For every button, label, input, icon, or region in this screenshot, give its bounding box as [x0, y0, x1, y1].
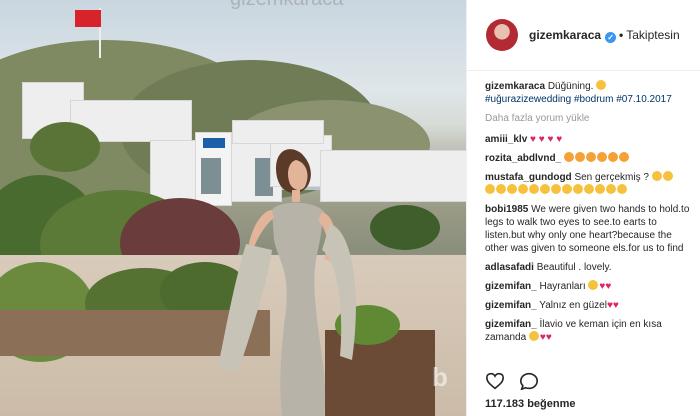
header-username[interactable]: gizemkaraca — [529, 28, 601, 42]
verified-badge-icon: ✓ — [605, 32, 617, 43]
caption-username[interactable]: gizemkaraca — [485, 81, 545, 92]
comment-row: gizemifan_ İlavio ve keman için en kısa … — [485, 318, 695, 344]
post-actions — [485, 372, 539, 395]
face-emoji-icon — [588, 280, 599, 290]
comments-list: gizemkaraca Düğüning. #uğurazizewedding … — [485, 80, 695, 350]
follow-status[interactable]: Takiptesin — [626, 28, 679, 42]
instagram-post: gizemkaraca b gizemkaraca ✓•Takiptesin gi… — [0, 0, 700, 416]
post-header: gizemkaraca ✓ • Takiptesin — [467, 0, 700, 71]
avatar[interactable] — [486, 19, 518, 51]
thumbs-up-icon — [651, 171, 674, 183]
comment-username[interactable]: amiii_klv — [485, 134, 527, 145]
hashtags[interactable]: #uğurazizewedding #bodrum #07.10.2017 — [485, 94, 672, 105]
red-heart-icon: ♥♥ — [606, 300, 619, 311]
comment-text: Beautiful . lovely. — [536, 262, 612, 273]
comment-row: amiii_klv ♥ ♥ ♥ ♥ — [485, 133, 695, 146]
red-heart-icon: ♥♥ — [539, 332, 552, 343]
comment-username[interactable]: rozita_abdlvnd_ — [485, 153, 561, 164]
comment-username[interactable]: mustafa_gundogd — [485, 172, 572, 183]
like-heart-icon[interactable] — [485, 372, 505, 390]
comment-row: rozita_abdlvnd_ — [485, 152, 695, 165]
comment-username[interactable]: adlasafadi — [485, 262, 534, 273]
likes-count[interactable]: 117.183 beğenme — [485, 398, 576, 410]
separator-dot: • — [619, 28, 624, 42]
comment-row: gizemifan_ Yalnız en güzel♥♥ — [485, 299, 695, 312]
post-sidebar: gizemkaraca ✓ • Takiptesin gizemkaraca Düğü… — [466, 0, 700, 416]
comment-row: mustafa_gundogd Sen gerçekmiş ? — [485, 171, 695, 197]
face-emoji-icon — [528, 331, 539, 341]
red-heart-icon: ♥ ♥ ♥ ♥ — [530, 134, 563, 145]
caption: gizemkaraca Düğüning. #uğurazizewedding … — [485, 80, 695, 106]
caption-text: Düğüning. — [547, 81, 594, 92]
comment-text: Hayranları — [539, 281, 586, 292]
woman-figure — [218, 149, 356, 416]
comment-username[interactable]: bobi1985 — [485, 204, 528, 215]
thumbs-up-icon — [485, 184, 628, 196]
heart-eyes-icon — [563, 152, 630, 164]
comment-username[interactable]: gizemifan_ — [485, 300, 537, 311]
red-heart-icon: ♥♥ — [599, 281, 612, 292]
comment-username[interactable]: gizemifan_ — [485, 319, 537, 330]
watermark-logo: b — [432, 362, 448, 392]
comment-text: Yalnız en güzel — [539, 300, 607, 311]
comment-text: Sen gerçekmiş ? — [574, 172, 649, 183]
comment-row: gizemifan_ Hayranları ♥♥ — [485, 280, 695, 293]
watermark-top: gizemkaraca — [230, 0, 343, 11]
comment-bubble-icon[interactable] — [519, 372, 539, 391]
comment-row: adlasafadi Beautiful . lovely. — [485, 261, 695, 274]
comment-row: bobi1985 We were given two hands to hold… — [485, 203, 695, 255]
flag — [75, 10, 101, 27]
load-more-comments[interactable]: Daha fazla yorum yükle — [485, 112, 695, 125]
comment-username[interactable]: gizemifan_ — [485, 281, 537, 292]
post-photo: gizemkaraca b — [0, 0, 466, 416]
raised-hand-emoji-icon — [596, 80, 607, 90]
